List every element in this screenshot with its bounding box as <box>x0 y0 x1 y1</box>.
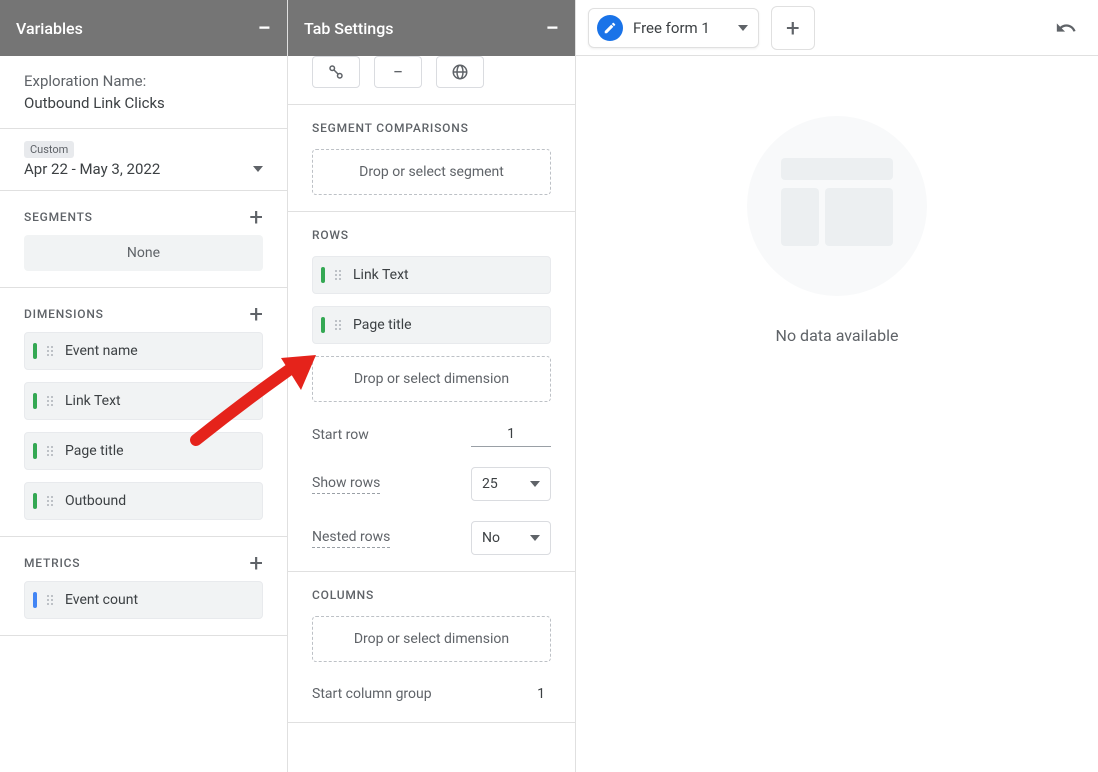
rows-title: ROWS <box>312 228 551 242</box>
dimension-pill[interactable]: Outbound <box>24 482 263 520</box>
start-column-group-label: Start column group <box>312 686 432 702</box>
dimension-stripe <box>33 343 37 359</box>
date-range-chip: Custom <box>24 141 74 158</box>
empty-state-text: No data available <box>776 326 899 345</box>
add-tab-button[interactable]: + <box>771 6 815 50</box>
columns-title: COLUMNS <box>312 588 551 602</box>
dimensions-section: DIMENSIONS + Event name Link Text Page t <box>0 288 287 537</box>
exploration-name-value[interactable]: Outbound Link Clicks <box>24 94 263 112</box>
canvas-tab-bar: Free form 1 + <box>576 0 1098 56</box>
variables-title: Variables <box>16 19 83 38</box>
dimension-stripe <box>33 393 37 409</box>
rows-drop-zone[interactable]: Drop or select dimension <box>312 356 551 402</box>
add-segment-button[interactable]: + <box>249 207 263 227</box>
undo-icon <box>1055 17 1077 39</box>
row-pill[interactable]: Link Text <box>312 256 551 294</box>
row-label: Page title <box>353 317 412 333</box>
date-range-section[interactable]: Custom Apr 22 - May 3, 2022 <box>0 129 287 191</box>
dimension-pill[interactable]: Event name <box>24 332 263 370</box>
drag-handle-icon <box>47 396 55 406</box>
technique-option[interactable]: − <box>374 56 422 88</box>
tab-settings-panel: Tab Settings − − SEGMENT COMPARISONS Dro… <box>288 0 576 772</box>
drag-handle-icon <box>47 346 55 356</box>
dimension-label: Page title <box>65 443 124 459</box>
tab-settings-title: Tab Settings <box>304 19 394 38</box>
columns-drop-zone[interactable]: Drop or select dimension <box>312 616 551 662</box>
canvas-body: No data available <box>576 56 1098 772</box>
drag-handle-icon <box>47 595 55 605</box>
empty-state-illustration <box>747 116 927 296</box>
row-pill[interactable]: Page title <box>312 306 551 344</box>
drag-handle-icon <box>47 446 55 456</box>
metrics-section: METRICS + Event count <box>0 537 287 636</box>
show-rows-value: 25 <box>482 476 498 492</box>
show-rows-select[interactable]: 25 <box>471 467 551 501</box>
technique-option[interactable] <box>312 56 360 88</box>
segments-none: None <box>24 235 263 271</box>
variables-panel: Variables − Exploration Name: Outbound L… <box>0 0 288 772</box>
canvas-tab[interactable]: Free form 1 <box>588 8 759 48</box>
chevron-down-icon <box>530 535 540 541</box>
undo-button[interactable] <box>1046 8 1086 48</box>
chevron-down-icon <box>530 481 540 487</box>
add-metric-button[interactable]: + <box>249 553 263 573</box>
technique-option[interactable] <box>436 56 484 88</box>
exploration-name-label: Exploration Name: <box>24 72 263 90</box>
drag-handle-icon <box>335 320 343 330</box>
start-row-input[interactable]: 1 <box>471 422 551 447</box>
nested-rows-value: No <box>482 530 500 546</box>
minus-icon: − <box>393 62 403 83</box>
segment-comparisons-title: SEGMENT COMPARISONS <box>312 121 551 135</box>
canvas-tab-label: Free form 1 <box>633 19 710 37</box>
segments-section: SEGMENTS + None <box>0 191 287 288</box>
dimension-stripe <box>321 317 325 333</box>
row-label: Link Text <box>353 267 409 283</box>
drag-handle-icon <box>335 270 343 280</box>
metrics-title: METRICS <box>24 556 80 570</box>
dimension-pill[interactable]: Page title <box>24 432 263 470</box>
start-column-group-value[interactable]: 1 <box>531 682 551 706</box>
technique-icon-bar: − <box>288 56 575 105</box>
collapse-variables-icon[interactable]: − <box>258 16 272 40</box>
dimensions-title: DIMENSIONS <box>24 307 104 321</box>
columns-section: COLUMNS Drop or select dimension Start c… <box>288 572 575 723</box>
date-range-value: Apr 22 - May 3, 2022 <box>24 160 160 178</box>
dimension-stripe <box>33 493 37 509</box>
dimension-label: Link Text <box>65 393 121 409</box>
metric-label: Event count <box>65 592 138 608</box>
chevron-down-icon[interactable] <box>738 25 748 31</box>
nested-rows-select[interactable]: No <box>471 521 551 555</box>
dimension-pill[interactable]: Link Text <box>24 382 263 420</box>
pencil-icon <box>597 15 623 41</box>
dimension-stripe <box>33 443 37 459</box>
dimension-label: Outbound <box>65 493 126 509</box>
segments-title: SEGMENTS <box>24 210 93 224</box>
metric-stripe <box>33 592 37 608</box>
exploration-name-section: Exploration Name: Outbound Link Clicks <box>0 56 287 129</box>
dimension-stripe <box>321 267 325 283</box>
segment-drop-zone[interactable]: Drop or select segment <box>312 149 551 195</box>
show-rows-label: Show rows <box>312 475 380 494</box>
tab-settings-header: Tab Settings − <box>288 0 575 56</box>
start-row-label: Start row <box>312 427 369 443</box>
drag-handle-icon <box>47 496 55 506</box>
nested-rows-label: Nested rows <box>312 529 390 548</box>
add-dimension-button[interactable]: + <box>249 304 263 324</box>
collapse-tab-settings-icon[interactable]: − <box>546 16 560 40</box>
chevron-down-icon <box>253 166 263 172</box>
segment-comparisons-section: SEGMENT COMPARISONS Drop or select segme… <box>288 105 575 212</box>
plus-icon: + <box>786 14 800 42</box>
metric-pill[interactable]: Event count <box>24 581 263 619</box>
dimension-label: Event name <box>65 343 138 359</box>
canvas-panel: Free form 1 + No data available <box>576 0 1098 772</box>
variables-header: Variables − <box>0 0 287 56</box>
rows-section: ROWS Link Text Page title Drop or select… <box>288 212 575 572</box>
